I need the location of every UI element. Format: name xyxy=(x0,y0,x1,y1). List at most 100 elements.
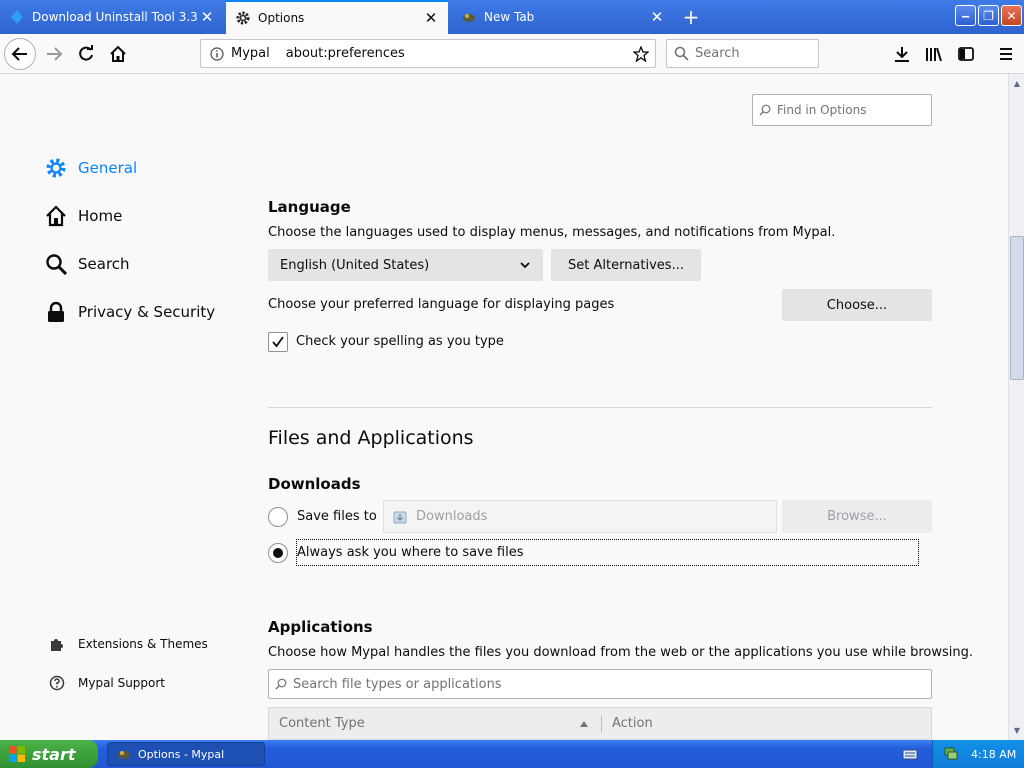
search-file-types-input[interactable]: Search file types or applications xyxy=(268,669,932,699)
library-button[interactable] xyxy=(918,38,950,70)
url-text[interactable]: about:preferences xyxy=(286,46,627,61)
home-button[interactable] xyxy=(102,38,134,70)
network-icon[interactable] xyxy=(943,745,959,764)
scroll-up-arrow-icon[interactable]: ▲ xyxy=(1010,75,1024,91)
category-home[interactable]: Home xyxy=(44,204,122,228)
system-tray: 4:18 AM xyxy=(932,740,1024,768)
applications-heading: Applications xyxy=(268,618,373,636)
gear-icon xyxy=(234,9,252,27)
category-privacy-security[interactable]: Privacy & Security xyxy=(44,300,215,324)
download-tab-icon xyxy=(8,8,26,26)
minimize-button[interactable]: ‒ xyxy=(955,5,976,26)
scrollbar-thumb[interactable] xyxy=(1010,236,1024,380)
library-icon xyxy=(926,47,942,62)
chevron-down-icon xyxy=(520,262,530,269)
start-button[interactable]: start xyxy=(0,740,98,768)
spellcheck-checkbox[interactable] xyxy=(268,332,288,352)
tab-title: Download Uninstall Tool 3.3.3 for Window… xyxy=(32,10,198,24)
preferences-page: Find in Options General Home Search Priv… xyxy=(0,74,1008,740)
find-in-options-input[interactable]: Find in Options xyxy=(752,94,932,126)
search-icon xyxy=(753,104,777,116)
tab-title: Options xyxy=(258,11,305,25)
applications-table-header: Content Type Action xyxy=(268,707,932,740)
language-select[interactable]: English (United States) xyxy=(268,249,543,281)
language-selected-value: English (United States) xyxy=(280,257,430,273)
save-files-label[interactable]: Save files to xyxy=(297,509,377,524)
hamburger-icon xyxy=(1000,48,1012,60)
downloads-folder-value: Downloads xyxy=(416,509,488,524)
url-identity-label: Mypal xyxy=(231,46,270,61)
new-tab-button[interactable]: + xyxy=(680,5,702,29)
choose-button[interactable]: Choose... xyxy=(782,289,932,321)
tab-title: New Tab xyxy=(484,10,535,24)
find-placeholder: Find in Options xyxy=(777,103,867,117)
sort-ascending-icon xyxy=(580,720,588,727)
scroll-down-arrow-icon[interactable]: ▼ xyxy=(1010,722,1024,738)
category-label: General xyxy=(78,159,138,177)
start-label: start xyxy=(32,744,76,764)
lock-icon xyxy=(44,300,68,324)
search-file-types-placeholder: Search file types or applications xyxy=(293,676,502,692)
category-general[interactable]: General xyxy=(44,156,137,180)
always-ask-label[interactable]: Always ask you where to save files xyxy=(296,539,919,566)
tab-new-tab[interactable]: New Tab ✕ xyxy=(452,2,674,32)
tab-options[interactable]: Options ✕ xyxy=(226,0,448,34)
forward-button[interactable] xyxy=(38,38,70,70)
home-icon xyxy=(44,204,68,228)
always-ask-radio[interactable] xyxy=(268,543,288,563)
menu-button[interactable] xyxy=(990,38,1022,70)
reload-icon xyxy=(79,45,93,61)
save-files-radio[interactable] xyxy=(268,507,288,527)
page-scrollbar[interactable]: ▲ ▼ xyxy=(1008,74,1024,740)
mypal-icon xyxy=(118,751,130,759)
content-type-column-header[interactable]: Content Type xyxy=(269,716,601,731)
extensions-themes-link[interactable]: Extensions & Themes xyxy=(48,636,208,652)
window-close-button[interactable]: ✕ xyxy=(1001,5,1022,26)
search-bar[interactable]: Search xyxy=(666,39,819,68)
language-heading: Language xyxy=(268,198,351,216)
help-icon xyxy=(48,675,66,691)
extensions-themes-label: Extensions & Themes xyxy=(78,637,208,651)
info-icon[interactable] xyxy=(205,46,229,61)
download-icon xyxy=(895,47,909,62)
downloads-button[interactable] xyxy=(886,38,918,70)
checkmark-icon xyxy=(272,336,284,348)
spellcheck-label[interactable]: Check your spelling as you type xyxy=(296,334,504,349)
mypal-support-link[interactable]: Mypal Support xyxy=(48,675,165,691)
url-bar[interactable]: Mypal about:preferences xyxy=(200,39,656,68)
puzzle-icon xyxy=(48,636,66,652)
files-applications-heading: Files and Applications xyxy=(268,427,474,449)
close-icon[interactable]: ✕ xyxy=(198,8,216,26)
tab-strip: Download Uninstall Tool 3.3.3 for Window… xyxy=(0,0,1024,34)
action-column-header[interactable]: Action xyxy=(602,716,653,731)
close-icon[interactable]: ✕ xyxy=(422,9,440,27)
sidebar-button[interactable] xyxy=(950,38,982,70)
search-placeholder: Search xyxy=(695,46,740,61)
browse-button[interactable]: Browse... xyxy=(782,500,932,533)
radio-selected-dot xyxy=(273,548,283,558)
search-icon xyxy=(667,46,695,61)
section-divider xyxy=(268,407,932,408)
close-icon[interactable]: ✕ xyxy=(648,8,666,26)
navigation-toolbar: Mypal about:preferences Search xyxy=(0,34,1024,74)
keyboard-icon[interactable] xyxy=(902,746,918,762)
forward-arrow-icon xyxy=(47,47,63,61)
sidebar-icon xyxy=(958,47,974,61)
taskbar-item-mypal[interactable]: Options - Mypal xyxy=(107,742,265,766)
taskbar-item-label: Options - Mypal xyxy=(138,747,225,761)
set-alternatives-button[interactable]: Set Alternatives... xyxy=(551,249,701,281)
gear-icon xyxy=(44,156,68,180)
search-icon xyxy=(269,678,293,690)
bookmark-star-icon[interactable] xyxy=(627,45,655,62)
category-search[interactable]: Search xyxy=(44,252,130,276)
category-label: Search xyxy=(78,255,130,273)
content-type-label: Content Type xyxy=(279,716,365,731)
category-label: Home xyxy=(78,207,123,225)
back-button[interactable] xyxy=(4,38,36,70)
reload-button[interactable] xyxy=(70,38,102,70)
clock: 4:18 AM xyxy=(971,747,1017,761)
category-label: Privacy & Security xyxy=(78,303,216,321)
restore-button[interactable]: ❐ xyxy=(978,5,999,26)
tab-download-uninstall-tool[interactable]: Download Uninstall Tool 3.3.3 for Window… xyxy=(0,2,224,32)
applications-description: Choose how Mypal handles the files you d… xyxy=(268,645,974,660)
